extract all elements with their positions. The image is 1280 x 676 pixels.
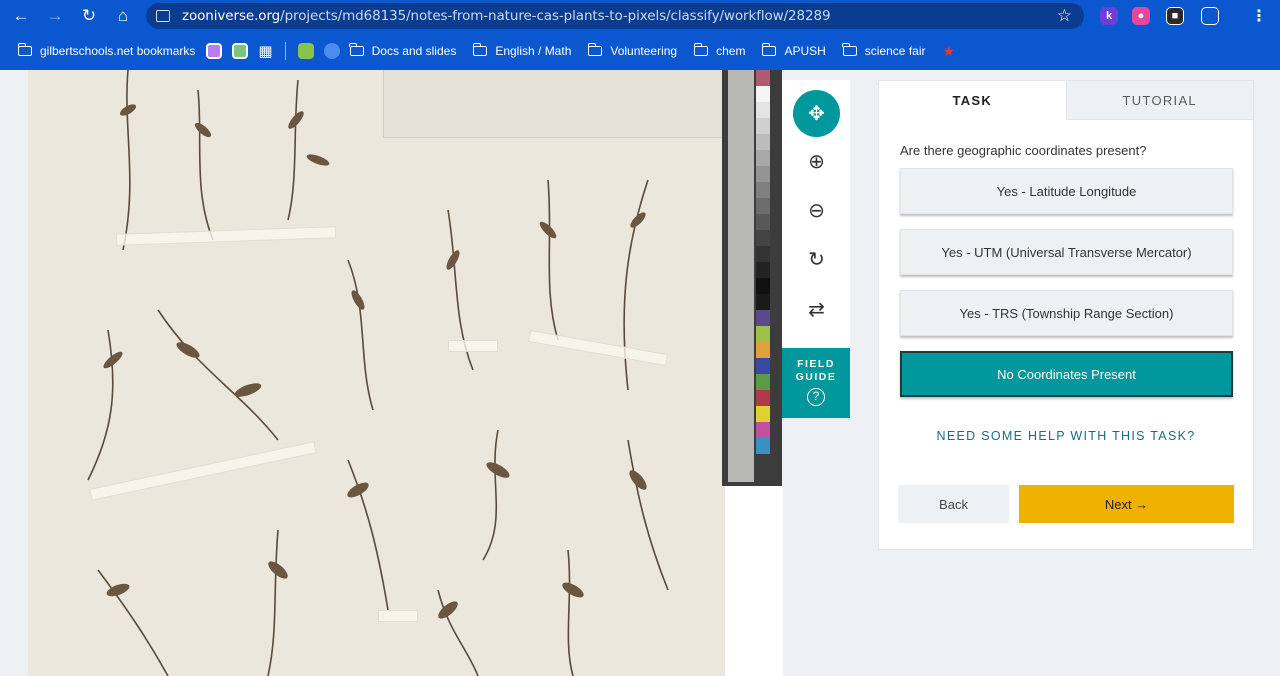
bookmark-folder[interactable]: Docs and slides xyxy=(349,43,456,58)
answer-lat-long-button[interactable]: Yes - Latitude Longitude xyxy=(900,168,1233,214)
site-info-icon[interactable] xyxy=(156,10,170,22)
extension-icon[interactable]: ■ xyxy=(1166,7,1184,25)
back-arrow-icon[interactable]: ← xyxy=(4,0,38,32)
folder-icon xyxy=(587,43,603,56)
task-panel: TASK TUTORIAL Are there geographic coord… xyxy=(878,80,1254,550)
question-mark-icon: ? xyxy=(807,388,825,406)
bookmark-app-icon[interactable] xyxy=(206,43,223,59)
bookmark-app-icon[interactable] xyxy=(323,43,340,59)
home-icon[interactable]: ⌂ xyxy=(106,0,140,32)
task-tabs: TASK TUTORIAL xyxy=(879,81,1253,120)
menu-icon[interactable]: ⋮ xyxy=(1250,7,1268,25)
bookmark-folder[interactable]: Volunteering xyxy=(587,43,677,58)
bookmark-folder[interactable]: chem xyxy=(693,43,745,58)
browser-toolbar: ← → ↻ ⌂ zooniverse.org/projects/md68135/… xyxy=(0,0,1280,32)
answer-no-coordinates-button[interactable]: No Coordinates Present xyxy=(900,351,1233,397)
bookmark-folder[interactable]: APUSH xyxy=(761,43,826,58)
bookmark-folder[interactable]: science fair xyxy=(842,43,926,58)
bookmark-app-icon[interactable] xyxy=(297,43,314,59)
url-text: zooniverse.org/projects/md68135/notes-fr… xyxy=(182,8,831,24)
folder-icon xyxy=(693,43,709,56)
task-help-link[interactable]: NEED SOME HELP WITH THIS TASK? xyxy=(879,429,1253,443)
zoom-out-icon[interactable]: ⊖ xyxy=(793,187,840,234)
specimen-image[interactable] xyxy=(28,70,725,676)
folder-icon xyxy=(842,43,857,56)
page-content: ✥ ⊕ ⊖ ↻ ⇄ FIELD GUIDE ? TASK TUTORIAL Ar… xyxy=(0,70,1280,676)
folder-icon xyxy=(472,43,488,56)
forward-arrow-icon[interactable]: → xyxy=(38,0,72,32)
answer-utm-button[interactable]: Yes - UTM (Universal Transverse Mercator… xyxy=(900,229,1233,275)
bookmark-star-icon[interactable]: ☆ xyxy=(1057,6,1072,26)
apps-grid-icon[interactable]: ▦ xyxy=(258,42,272,60)
answer-trs-button[interactable]: Yes - TRS (Township Range Section) xyxy=(900,290,1233,336)
field-guide-button[interactable]: FIELD GUIDE ? xyxy=(782,348,850,418)
kami-extension-icon[interactable]: k xyxy=(1100,7,1118,25)
bookmark-star-link-icon[interactable]: ★ xyxy=(943,43,956,60)
image-toolbar: ✥ ⊕ ⊖ ↻ ⇄ xyxy=(782,80,850,348)
task-question: Are there geographic coordinates present… xyxy=(900,143,1147,158)
tab-task[interactable]: TASK xyxy=(879,81,1066,120)
plant-specimens-drawing xyxy=(87,70,669,676)
folder-icon xyxy=(17,43,32,56)
address-bar[interactable]: zooniverse.org/projects/md68135/notes-fr… xyxy=(146,3,1084,29)
rotate-icon[interactable]: ↻ xyxy=(793,236,840,283)
bookmarks-bar: gilbertschools.net bookmarks ▦ Docs and … xyxy=(0,32,1280,70)
move-icon[interactable]: ✥ xyxy=(793,90,840,137)
zoom-in-icon[interactable]: ⊕ xyxy=(793,138,840,185)
bookmark-app-icon[interactable] xyxy=(232,43,249,59)
screencast-extension-icon[interactable]: ● xyxy=(1132,7,1150,25)
back-button[interactable]: Back xyxy=(898,485,1009,523)
extensions-icon[interactable] xyxy=(1201,7,1219,25)
reload-icon[interactable]: ↻ xyxy=(72,0,106,32)
bookmark-folder[interactable]: English / Math xyxy=(472,43,571,58)
folder-icon xyxy=(761,43,777,56)
reset-view-icon[interactable]: ⇄ xyxy=(793,286,840,333)
color-swatches xyxy=(756,70,770,454)
next-button[interactable]: Next → xyxy=(1019,485,1234,523)
ruler-strip xyxy=(728,70,754,482)
managed-bookmarks[interactable]: gilbertschools.net bookmarks xyxy=(17,43,195,58)
tab-tutorial[interactable]: TUTORIAL xyxy=(1065,81,1253,120)
folder-icon xyxy=(349,43,364,56)
